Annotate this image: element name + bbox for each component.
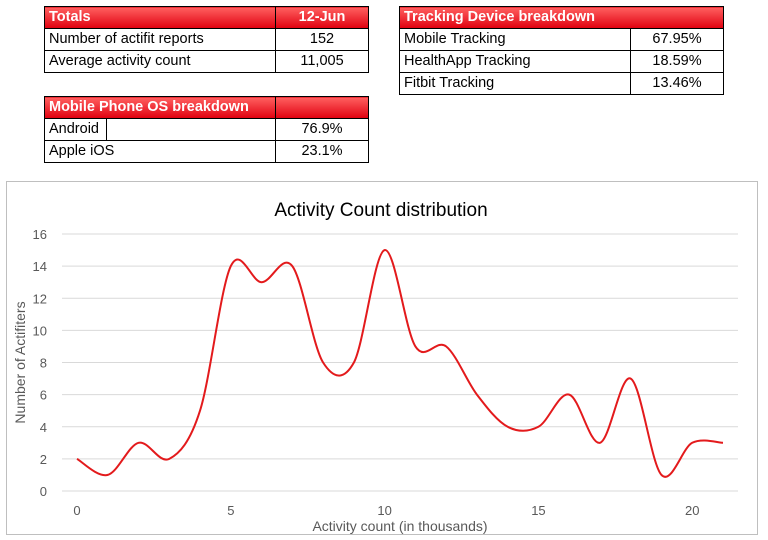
series-line <box>76 249 724 478</box>
x-axis-label: Activity count (in thousands) <box>312 518 487 534</box>
y-tick-label: 0 <box>40 484 47 499</box>
y-tick-label: 6 <box>40 388 47 403</box>
y-tick-label: 2 <box>40 452 47 467</box>
x-tick-label: 10 <box>377 503 391 518</box>
y-tick-label: 8 <box>40 356 47 371</box>
x-tick-label: 0 <box>73 503 80 518</box>
x-tick-label: 15 <box>531 503 545 518</box>
x-tick-label: 20 <box>685 503 699 518</box>
chart-title: Activity Count distribution <box>274 200 487 221</box>
y-tick-label: 12 <box>33 291 47 306</box>
y-tick-label: 16 <box>33 227 47 242</box>
y-tick-label: 14 <box>33 259 47 274</box>
y-tick-label: 4 <box>40 420 47 435</box>
y-axis-label: Number of Actifiters <box>12 301 28 423</box>
activity-chart: 0 2 4 6 8 10 12 14 16 0 5 10 15 20 Activity Count dist… <box>12 200 738 534</box>
x-tick-label: 5 <box>227 503 234 518</box>
y-tick-label: 10 <box>33 323 47 338</box>
